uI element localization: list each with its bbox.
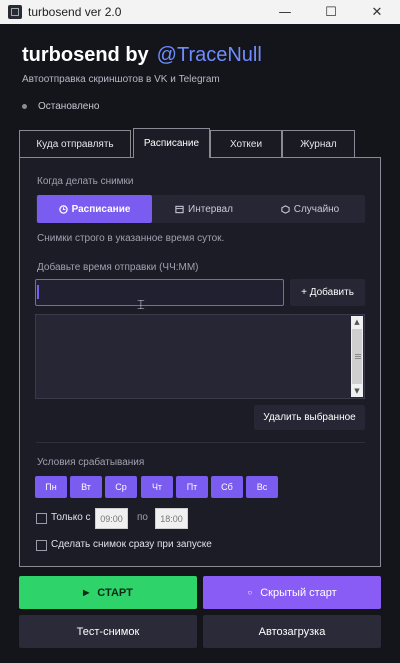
delete-selected-button[interactable]: Удалить выбранное: [254, 405, 365, 430]
scroll-down-icon[interactable]: ▼: [351, 385, 363, 397]
day-toggle-mon[interactable]: Пн: [35, 476, 67, 498]
tab-hotkeys[interactable]: Хоткеи: [210, 130, 282, 157]
status-indicator: Остановлено: [22, 101, 99, 112]
divider: [36, 442, 365, 443]
title-bar: turbosend ver 2.0 — ☐ ✕: [0, 0, 400, 24]
scroll-up-icon[interactable]: ▲: [351, 316, 363, 328]
mode-description: Снимки строго в указанное время суток.: [37, 233, 225, 244]
window-title: turbosend ver 2.0: [28, 5, 122, 19]
status-text: Остановлено: [38, 101, 100, 112]
mode-selector: Расписание Интервал Случайно: [36, 195, 365, 223]
status-dot-icon: [22, 104, 27, 109]
grip-line: [355, 358, 361, 359]
autoload-button[interactable]: Автозагрузка: [203, 615, 381, 648]
hidden-start-label: Скрытый старт: [260, 586, 337, 599]
day-toggle-wed[interactable]: Ср: [105, 476, 137, 498]
day-toggle-sun[interactable]: Вс: [246, 476, 278, 498]
clock-icon: [58, 204, 68, 214]
scroll-thumb[interactable]: [352, 329, 362, 384]
snapshot-on-start-checkbox[interactable]: [36, 540, 47, 551]
maximize-button[interactable]: ☐: [308, 0, 354, 24]
hidden-start-button[interactable]: ○ Скрытый старт: [203, 576, 381, 609]
mode-interval-button[interactable]: Интервал: [154, 195, 254, 223]
minimize-button[interactable]: —: [262, 0, 308, 24]
day-toggle-thu[interactable]: Чт: [141, 476, 173, 498]
conditions-label: Условия срабатывания: [37, 457, 145, 468]
day-toggle-tue[interactable]: Вт: [70, 476, 102, 498]
mode-random-label: Случайно: [293, 203, 340, 215]
mode-schedule-button[interactable]: Расписание: [37, 195, 152, 223]
time-label: Добавьте время отправки (ЧЧ:ММ): [37, 262, 199, 273]
times-listbox[interactable]: ▲ ▼: [35, 314, 365, 399]
mode-schedule-label: Расписание: [71, 203, 131, 215]
mode-random-button[interactable]: Случайно: [256, 195, 364, 223]
app-subtitle: Автоотправка скриншотов в VK и Telegram: [22, 74, 220, 85]
snapshot-on-start-label: Сделать снимок сразу при запуске: [51, 539, 212, 550]
play-icon: ▶: [83, 588, 90, 597]
grip-line: [355, 356, 361, 357]
grip-line: [355, 354, 361, 355]
tab-schedule[interactable]: Расписание: [133, 128, 210, 158]
time-input[interactable]: [35, 279, 284, 306]
text-cursor-icon: ⌶: [137, 298, 145, 313]
start-button[interactable]: ▶ СТАРТ: [19, 576, 197, 609]
to-time-field[interactable]: 18:00: [155, 508, 188, 529]
app-heading: turbosend by @TraceNull: [22, 44, 262, 67]
tab-destinations[interactable]: Куда отправлять: [19, 130, 131, 157]
day-toggle-fri[interactable]: Пт: [176, 476, 208, 498]
listbox-scrollbar[interactable]: ▲ ▼: [351, 316, 363, 397]
only-from-label: Только с: [51, 512, 91, 523]
add-time-button[interactable]: + Добавить: [290, 279, 365, 306]
tab-log[interactable]: Журнал: [282, 130, 355, 157]
day-toggle-sat[interactable]: Сб: [211, 476, 243, 498]
when-label: Когда делать снимки: [37, 176, 134, 187]
start-label: СТАРТ: [97, 586, 133, 599]
dice-icon: [281, 204, 290, 214]
app-name: turbosend by: [22, 44, 149, 66]
close-button[interactable]: ✕: [354, 0, 400, 24]
to-label: по: [137, 512, 148, 523]
circle-icon: ○: [247, 588, 253, 597]
window-controls: — ☐ ✕: [262, 0, 400, 24]
author-handle: @TraceNull: [156, 44, 262, 66]
app-icon: [8, 5, 22, 19]
from-time-field[interactable]: 09:00: [95, 508, 128, 529]
test-shot-button[interactable]: Тест-снимок: [19, 615, 197, 648]
interval-icon: [175, 205, 184, 213]
mode-interval-label: Интервал: [188, 203, 233, 215]
only-from-checkbox[interactable]: [36, 513, 47, 524]
